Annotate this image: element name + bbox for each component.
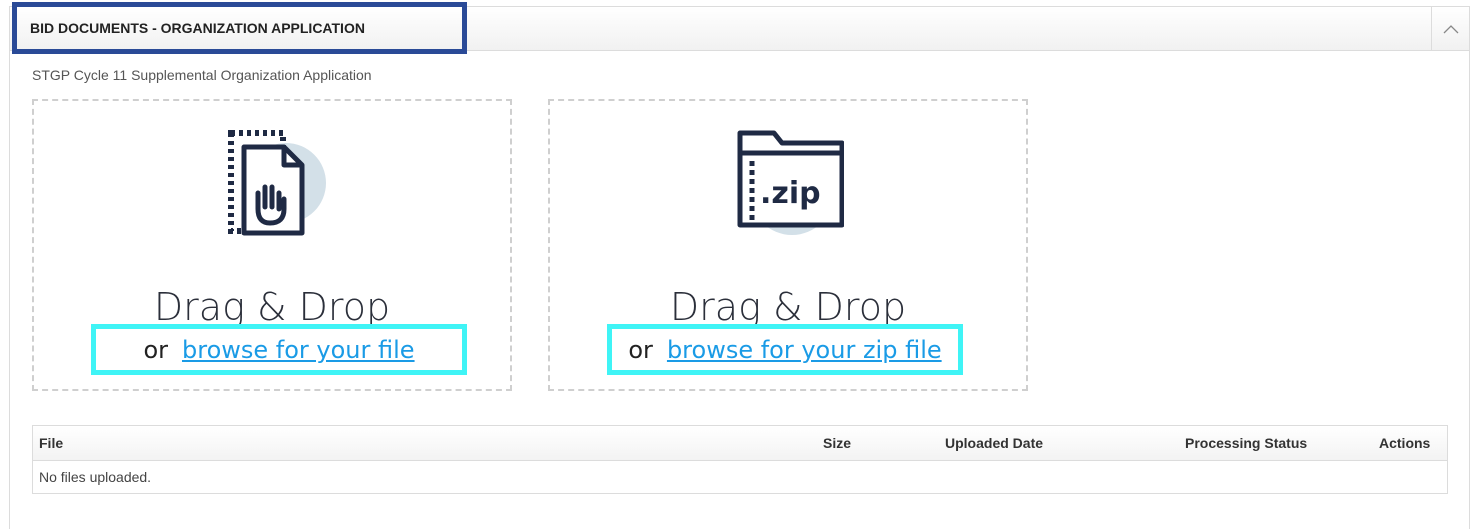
chevron-up-icon [1443, 24, 1459, 33]
browse-zip-highlight: or browse for your zip file [607, 324, 963, 375]
browse-file-link[interactable]: browse for your file [182, 336, 415, 364]
column-header-file[interactable]: File [39, 435, 63, 451]
panel-subtitle: STGP Cycle 11 Supplemental Organization … [32, 67, 372, 83]
files-table: File Size Uploaded Date Processing Statu… [32, 425, 1448, 494]
dropzone-label: Drag & Drop [153, 285, 391, 329]
column-header-processing-status[interactable]: Processing Status [1185, 435, 1307, 451]
dropzone-label: Drag & Drop [669, 285, 907, 329]
table-header: File Size Uploaded Date Processing Statu… [33, 426, 1447, 461]
column-header-size[interactable]: Size [823, 435, 851, 451]
or-label: or [143, 335, 168, 364]
collapse-button[interactable] [1431, 6, 1470, 51]
browse-zip-link[interactable]: browse for your zip file [667, 336, 942, 364]
or-label: or [628, 335, 653, 364]
zip-icon-label: .zip [760, 176, 821, 211]
column-header-uploaded-date[interactable]: Uploaded Date [945, 435, 1043, 451]
zip-folder-icon: .zip [737, 130, 844, 235]
browse-file-highlight: or browse for your file [91, 324, 467, 375]
column-header-actions: Actions [1379, 435, 1431, 451]
empty-table-message: No files uploaded. [39, 469, 152, 485]
document-drag-icon [228, 130, 326, 236]
panel-title: BID DOCUMENTS - ORGANIZATION APPLICATION [30, 20, 365, 36]
